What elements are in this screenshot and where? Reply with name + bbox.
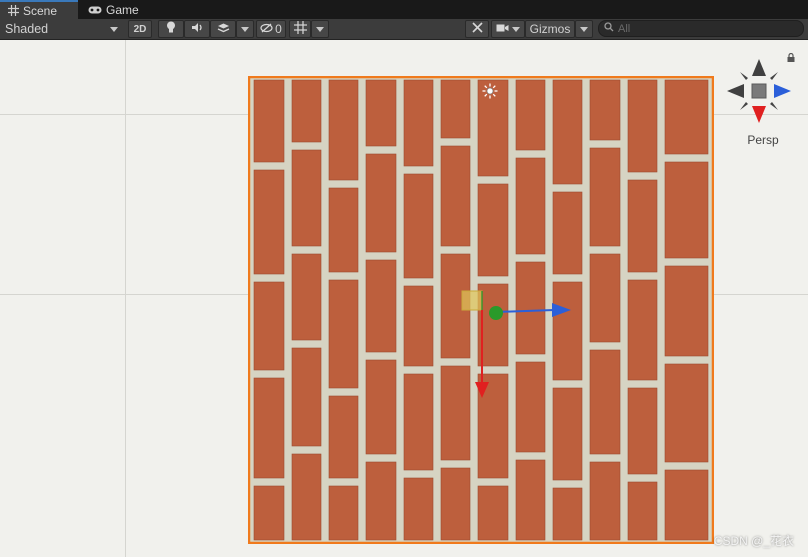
grid-line [125,40,126,557]
gizmos-dropdown-button[interactable] [575,20,593,38]
tab-scene-label: Scene [23,3,58,18]
shading-mode-value: Shaded [5,22,49,36]
projection-label[interactable]: Persp [743,133,783,147]
axis-diag-cone [740,102,748,110]
lock-icon[interactable] [787,53,795,62]
shading-mode-dropdown[interactable]: Shaded [2,20,122,38]
search-icon [604,22,614,35]
layers-icon [217,22,230,37]
grid-snap-icon [293,21,307,37]
axis-diag-cone [770,102,778,110]
chevron-down-icon [110,26,118,32]
gizmos-label: Gizmos [529,22,571,36]
axis-x-arrow [475,382,489,398]
chevron-down-icon [241,26,249,32]
sun-icon[interactable] [482,83,498,99]
audio-toggle-button[interactable] [184,20,210,38]
axis-x-neg-cone [727,84,744,98]
move-tool-gizmo[interactable] [458,288,578,403]
axis-diag-cone [740,72,748,80]
lightbulb-icon [166,21,176,37]
grid-icon [8,5,19,16]
effects-toggle-button[interactable] [210,20,236,38]
tab-game-label: Game [106,2,139,17]
hidden-objects-button[interactable]: 0 [256,20,286,38]
scene-toolbar: Shaded 2D 0 Gizmos All [0,19,808,40]
grid-toggle-button[interactable] [289,20,311,38]
axis-y-cone [752,59,766,76]
camera-settings-button[interactable] [491,20,525,38]
tab-bar: Scene Game [0,0,808,19]
scene-viewport[interactable]: Persp CSDN @_花衣 [0,40,808,557]
search-input[interactable]: All [598,20,804,37]
axis-diag-cone [770,72,778,80]
effects-dropdown-button[interactable] [236,20,254,38]
chevron-down-icon [580,26,588,32]
axis-z-line [495,309,555,313]
lighting-toggle-button[interactable] [158,20,184,38]
unity-scene-window: Scene Game Shaded 2D 0 Gizmos All Persp … [0,0,808,557]
toggle-2d-label: 2D [133,23,147,35]
axis-y-handle [489,306,503,320]
grid-dropdown-button[interactable] [311,20,329,38]
search-placeholder: All [618,22,631,35]
speaker-icon [191,22,204,36]
gizmos-button[interactable]: Gizmos [525,20,575,38]
axis-x-cone [752,106,766,123]
axis-z-cone [774,84,791,98]
chevron-down-icon [316,26,324,32]
tools-icon [471,21,484,37]
tab-game[interactable]: Game [80,0,150,19]
toggle-2d-button[interactable]: 2D [128,20,152,38]
chevron-down-icon [512,26,520,32]
gamepad-icon [88,5,102,15]
axis-z-arrow [552,303,571,317]
gizmo-center-cube [751,83,767,99]
camera-icon [496,22,509,36]
tab-scene[interactable]: Scene [0,0,78,19]
move-plane-handle [461,290,483,311]
hidden-objects-count: 0 [275,22,282,36]
eye-slash-icon [260,22,273,36]
orientation-gizmo[interactable] [726,58,792,124]
tools-button[interactable] [465,20,489,38]
watermark: CSDN @_花衣 [713,534,794,548]
